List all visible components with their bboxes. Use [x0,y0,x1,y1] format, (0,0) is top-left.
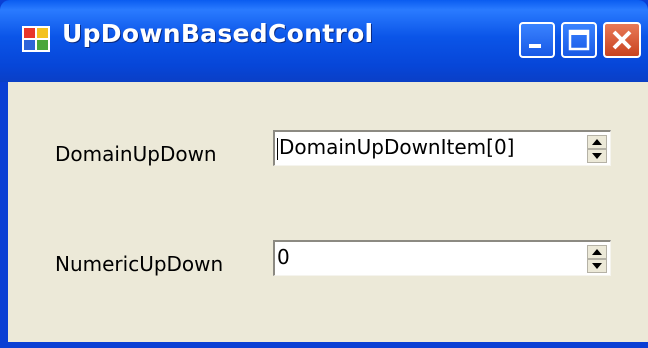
close-icon [612,30,632,50]
minimize-icon [529,44,541,48]
domain-updown-control[interactable]: DomainUpDownItem[0] [273,130,611,166]
client-area: DomainUpDown DomainUpDownItem[0] Numeric… [8,82,648,342]
arrow-down-icon [592,153,602,159]
numeric-updown-spinner [587,245,607,273]
window-title: UpDownBasedControl [62,19,374,48]
arrow-down-icon [592,263,602,269]
app-icon[interactable] [22,26,50,52]
domain-updown-spinner [587,135,607,163]
numeric-down-button[interactable] [587,259,607,273]
numeric-updown-value[interactable]: 0 [277,245,290,269]
title-bar[interactable]: UpDownBasedControl [0,0,648,82]
domain-up-button[interactable] [587,135,607,149]
numeric-up-button[interactable] [587,245,607,259]
domain-updown-label: DomainUpDown [55,142,217,166]
arrow-up-icon [592,249,602,255]
text-caret [277,138,278,160]
close-button[interactable] [603,22,641,58]
arrow-up-icon [592,139,602,145]
minimize-button[interactable] [519,22,555,58]
app-window: UpDownBasedControl DomainUpDown DomainUp… [0,0,648,348]
numeric-updown-label: NumericUpDown [55,252,224,276]
domain-updown-value[interactable]: DomainUpDownItem[0] [279,135,514,159]
maximize-button[interactable] [561,22,597,58]
maximize-icon [568,29,590,51]
numeric-updown-control[interactable]: 0 [273,240,611,276]
domain-down-button[interactable] [587,149,607,163]
